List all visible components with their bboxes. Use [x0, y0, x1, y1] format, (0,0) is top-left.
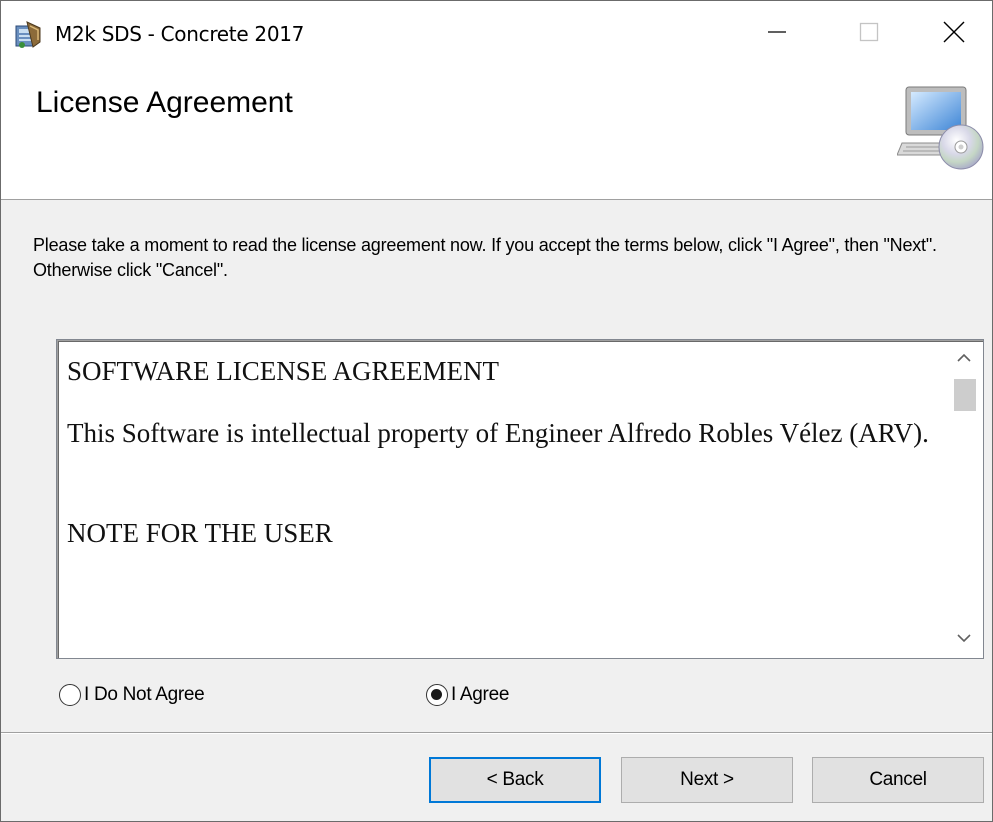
minimize-button[interactable]	[731, 1, 823, 67]
radio-label: I Do Not Agree	[84, 684, 205, 705]
close-icon	[943, 21, 965, 48]
scroll-thumb[interactable]	[954, 379, 976, 411]
chevron-up-icon	[957, 350, 971, 368]
vertical-scrollbar[interactable]	[947, 342, 981, 656]
license-text-box[interactable]: SOFTWARE LICENSE AGREEMENT This Software…	[56, 339, 984, 659]
installer-window: M2k SDS - Concrete 2017 License Agreemen…	[0, 0, 993, 822]
footer-separator	[1, 732, 992, 734]
license-paragraph: This Software is intellectual property o…	[67, 418, 929, 448]
cancel-button[interactable]: Cancel	[812, 757, 984, 803]
license-content: SOFTWARE LICENSE AGREEMENT This Software…	[67, 352, 937, 552]
header-banner: License Agreement	[1, 67, 992, 200]
maximize-icon	[859, 22, 879, 47]
close-button[interactable]	[915, 1, 992, 67]
instruction-text: Please take a moment to read the license…	[33, 235, 937, 280]
license-heading: SOFTWARE LICENSE AGREEMENT	[67, 356, 499, 386]
window-title: M2k SDS - Concrete 2017	[55, 22, 305, 46]
installer-app-icon	[13, 20, 43, 50]
scroll-down-button[interactable]	[947, 622, 981, 656]
radio-label: I Agree	[451, 684, 510, 705]
title-bar[interactable]: M2k SDS - Concrete 2017	[1, 1, 992, 67]
radio-circle-selected[interactable]	[426, 684, 448, 706]
scroll-up-button[interactable]	[947, 342, 981, 376]
chevron-down-icon	[957, 630, 971, 648]
page-title: License Agreement	[36, 86, 293, 119]
radio-circle-unselected[interactable]	[59, 684, 81, 706]
license-subheading: NOTE FOR THE USER	[67, 518, 333, 548]
maximize-button[interactable]	[823, 1, 915, 67]
next-button[interactable]: Next >	[621, 757, 793, 803]
computer-cd-setup-icon	[896, 81, 985, 173]
radio-i-do-not-agree[interactable]: I Do Not Agree	[59, 681, 205, 709]
back-button[interactable]: < Back	[429, 757, 601, 803]
radio-i-agree[interactable]: I Agree	[426, 681, 509, 709]
minimize-icon	[767, 22, 787, 47]
